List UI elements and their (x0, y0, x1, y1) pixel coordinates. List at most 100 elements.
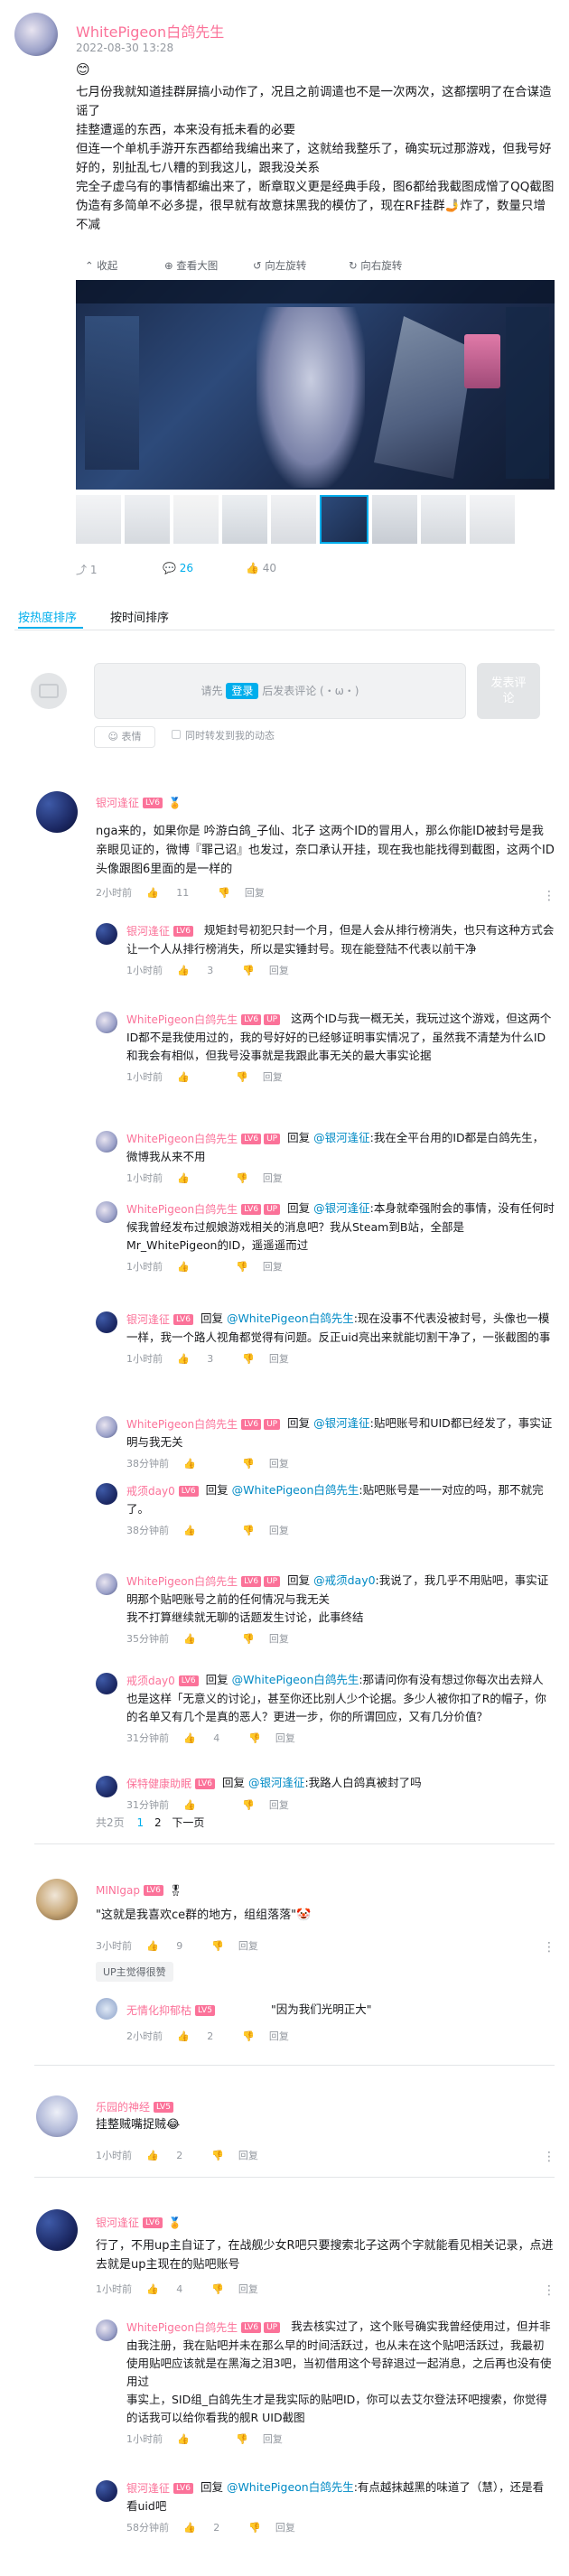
rotate-right-button[interactable]: ↻ 向右旋转 (349, 258, 402, 273)
sub-reply-username[interactable]: 银河逢征 (126, 922, 170, 940)
comment-username[interactable]: 乐园的神经 LV5 (96, 2097, 173, 2114)
thumbnail[interactable] (372, 495, 417, 544)
mention-link[interactable]: @银河逢征 (313, 1201, 370, 1215)
thumbnail[interactable] (173, 495, 219, 544)
avatar[interactable] (96, 2480, 117, 2502)
avatar[interactable] (96, 1776, 117, 1797)
avatar[interactable] (96, 2319, 117, 2341)
reply-button[interactable]: 回复 (263, 1261, 283, 1273)
sub-reply-username[interactable]: WhitePigeon白鸽先生 (126, 1200, 238, 1218)
dislike-icon[interactable]: 👎 (242, 2030, 255, 2042)
sub-reply-username[interactable]: 保特健康助眠 (126, 1775, 191, 1793)
like-button[interactable]: 👍 (177, 1172, 221, 1184)
avatar[interactable] (36, 1879, 78, 1920)
comment-username[interactable]: 银河逢征 LV6 🏅 (96, 2213, 182, 2230)
reply-button[interactable]: 回复 (238, 2150, 258, 2161)
thumbnail-active[interactable] (320, 495, 368, 544)
mention-link[interactable]: @WhitePigeon白鸽先生 (232, 1483, 359, 1497)
login-button[interactable]: 登录 (226, 683, 259, 699)
like-button[interactable]: 👍 4 (183, 1732, 234, 1744)
reply-button[interactable]: 回复 (245, 887, 265, 899)
reply-button[interactable]: 回复 (269, 965, 289, 976)
comment-username[interactable]: 银河逢征 LV6 🏅 (96, 793, 182, 810)
like-button[interactable]: 👍 11 (146, 887, 203, 899)
like-button[interactable]: 👍 (183, 1525, 228, 1536)
dislike-icon[interactable]: 👎 (242, 1525, 255, 1536)
more-icon[interactable]: ⋮ (543, 2283, 555, 2298)
thumbnail[interactable] (421, 495, 466, 544)
mention-link[interactable]: @银河逢征 (248, 1776, 305, 1789)
avatar[interactable] (96, 1483, 117, 1505)
avatar[interactable] (96, 1573, 117, 1595)
comment-input[interactable]: 请先 登录 后发表评论 (・ω・) (94, 663, 466, 719)
dislike-icon[interactable]: 👎 (236, 1261, 248, 1273)
sub-reply-username[interactable]: 银河逢征 (126, 2479, 170, 2497)
forward-button[interactable]: ⤴ 1 (76, 562, 97, 577)
thumbnail[interactable] (76, 495, 121, 544)
dislike-icon[interactable]: 👎 (236, 1172, 248, 1184)
avatar[interactable] (96, 1311, 117, 1333)
reply-button[interactable]: 回复 (269, 1458, 289, 1470)
view-large-button[interactable]: ⊕ 查看大图 (164, 258, 218, 273)
like-button[interactable]: 👍 2 (177, 2030, 228, 2042)
like-button[interactable]: 👍 (177, 1071, 221, 1083)
thumbnail[interactable] (125, 495, 170, 544)
like-button[interactable]: 👍 (177, 1261, 221, 1273)
like-button[interactable]: 👍 (177, 2433, 221, 2445)
dislike-icon[interactable]: 👎 (242, 1633, 255, 1645)
avatar[interactable] (36, 2095, 78, 2137)
mention-link[interactable]: @银河逢征 (313, 1416, 370, 1430)
mention-link[interactable]: @WhitePigeon白鸽先生 (232, 1673, 359, 1686)
collapse-button[interactable]: ⌃ 收起 (85, 258, 117, 273)
reply-button[interactable]: 回复 (275, 2522, 295, 2534)
reply-button[interactable]: 回复 (269, 1799, 289, 1811)
thumbnail[interactable] (470, 495, 515, 544)
sub-reply-username[interactable]: 银河逢征 (126, 1311, 170, 1329)
dislike-icon[interactable]: 👎 (248, 2522, 261, 2534)
sub-reply-username[interactable]: 戒须day0 (126, 1672, 175, 1690)
comment-button[interactable]: 💬 26 (163, 562, 193, 574)
reply-button[interactable]: 回复 (275, 1732, 295, 1744)
rotate-left-button[interactable]: ↺ 向左旋转 (253, 258, 306, 273)
avatar[interactable] (96, 1201, 117, 1223)
dislike-icon[interactable]: 👎 (242, 1799, 255, 1811)
send-comment-button[interactable]: 发表评论 (477, 663, 540, 719)
dislike-icon[interactable]: 👎 (211, 1940, 224, 1952)
forward-checkbox[interactable] (172, 730, 181, 739)
dislike-icon[interactable]: 👎 (242, 1353, 255, 1365)
avatar[interactable] (36, 791, 78, 833)
like-button[interactable]: 👍 (183, 1458, 228, 1470)
dislike-icon[interactable]: 👎 (242, 1458, 255, 1470)
sub-reply-username[interactable]: WhitePigeon白鸽先生 (126, 2319, 238, 2337)
thumbnail[interactable] (271, 495, 316, 544)
reply-button[interactable]: 回复 (238, 1940, 258, 1952)
like-button[interactable]: 👍 (183, 1799, 228, 1811)
avatar[interactable] (96, 1416, 117, 1438)
mention-link[interactable]: @戒须day0 (313, 1573, 375, 1587)
next-page[interactable]: 下一页 (172, 1816, 204, 1829)
tab-sort-time[interactable]: 按时间排序 (110, 608, 169, 625)
sub-reply-username[interactable]: 戒须day0 (126, 1482, 175, 1500)
avatar[interactable] (36, 2209, 78, 2251)
like-button[interactable]: 👍 2 (146, 2150, 197, 2161)
dislike-icon[interactable]: 👎 (248, 1732, 261, 1744)
mention-link[interactable]: @WhitePigeon白鸽先生 (227, 2480, 354, 2494)
like-button[interactable]: 👍 3 (177, 965, 228, 976)
page-1[interactable]: 1 (136, 1816, 144, 1829)
reply-button[interactable]: 回复 (238, 2283, 258, 2295)
emoji-button[interactable]: ☺ 表情 (94, 726, 155, 748)
dislike-icon[interactable]: 👎 (211, 2150, 224, 2161)
reply-button[interactable]: 回复 (263, 1172, 283, 1184)
tab-sort-hot[interactable]: 按热度排序 (18, 608, 77, 625)
more-icon[interactable]: ⋮ (543, 889, 555, 903)
like-button[interactable]: 👍 40 (246, 562, 276, 574)
page-2[interactable]: 2 (154, 1816, 162, 1829)
avatar[interactable] (96, 1012, 117, 1033)
reply-button[interactable]: 回复 (269, 1353, 289, 1365)
like-button[interactable]: 👍 (183, 1633, 228, 1645)
reply-button[interactable]: 回复 (269, 2030, 289, 2042)
like-button[interactable]: 👍 2 (183, 2522, 234, 2534)
dislike-icon[interactable]: 👎 (236, 2433, 248, 2445)
dislike-icon[interactable]: 👎 (236, 1071, 248, 1083)
sub-reply-username[interactable]: WhitePigeon白鸽先生 (126, 1573, 238, 1591)
